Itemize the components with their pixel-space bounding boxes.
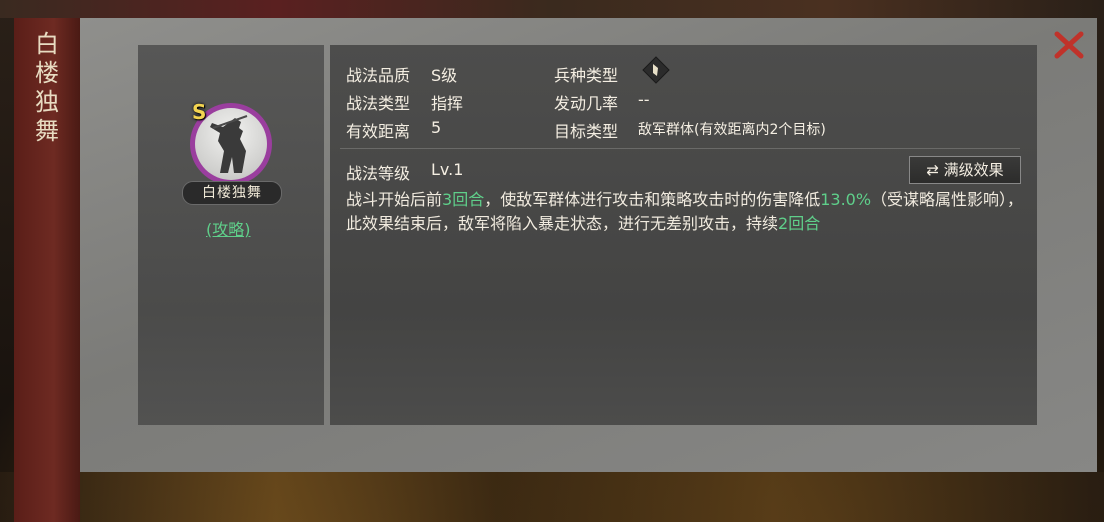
quality-value: S级 [431,66,458,85]
quality-label: 战法品质 [346,66,411,85]
full-effect-button[interactable]: ⇄ 满级效果 [909,156,1021,184]
range-label: 有效距离 [346,122,411,141]
close-icon [1054,31,1084,59]
title-char: 白 [35,30,59,58]
target-value: 敌军群体(有效距离内2个目标) [638,122,826,138]
dialog-title: 白 楼 独 舞 [28,30,66,146]
desc-rounds-highlight: 2回合 [778,214,821,233]
desc-percent-highlight: 13.0% [820,190,872,209]
divider [340,148,1020,149]
desc-rounds-highlight: 3回合 [442,190,485,209]
full-effect-label: 满级效果 [943,161,1004,179]
range-value: 5 [431,118,442,137]
troop-type-icon [641,56,671,84]
swap-arrows-icon: ⇄ [926,161,939,179]
title-char: 独 [35,88,59,116]
bottom-background [0,472,1104,522]
level-label: 战法等级 [346,164,411,183]
skill-name-plate: 白楼独舞 [182,181,282,205]
title-char: 楼 [35,59,59,87]
close-button[interactable] [1052,28,1086,62]
type-label: 战法类型 [346,94,411,113]
top-menu-strip [0,0,1104,18]
title-char: 舞 [35,117,59,145]
grade-badge: S [192,100,207,124]
skill-description: 战斗开始后前3回合，使敌军群体进行攻击和策略攻击时的伤害降低13.0%（受谋略属… [346,188,1026,236]
rate-value: -- [638,90,650,109]
target-label: 目标类型 [554,122,619,141]
troop-label: 兵种类型 [554,66,619,85]
guide-link[interactable]: (攻略) [206,216,251,240]
type-value: 指挥 [431,94,464,113]
rate-label: 发动几率 [554,94,619,113]
level-value: Lv.1 [431,160,464,179]
desc-text: ，使敌军群体进行攻击和策略攻击时的伤害降低 [484,190,821,209]
desc-text: 战斗开始后前 [346,190,443,209]
